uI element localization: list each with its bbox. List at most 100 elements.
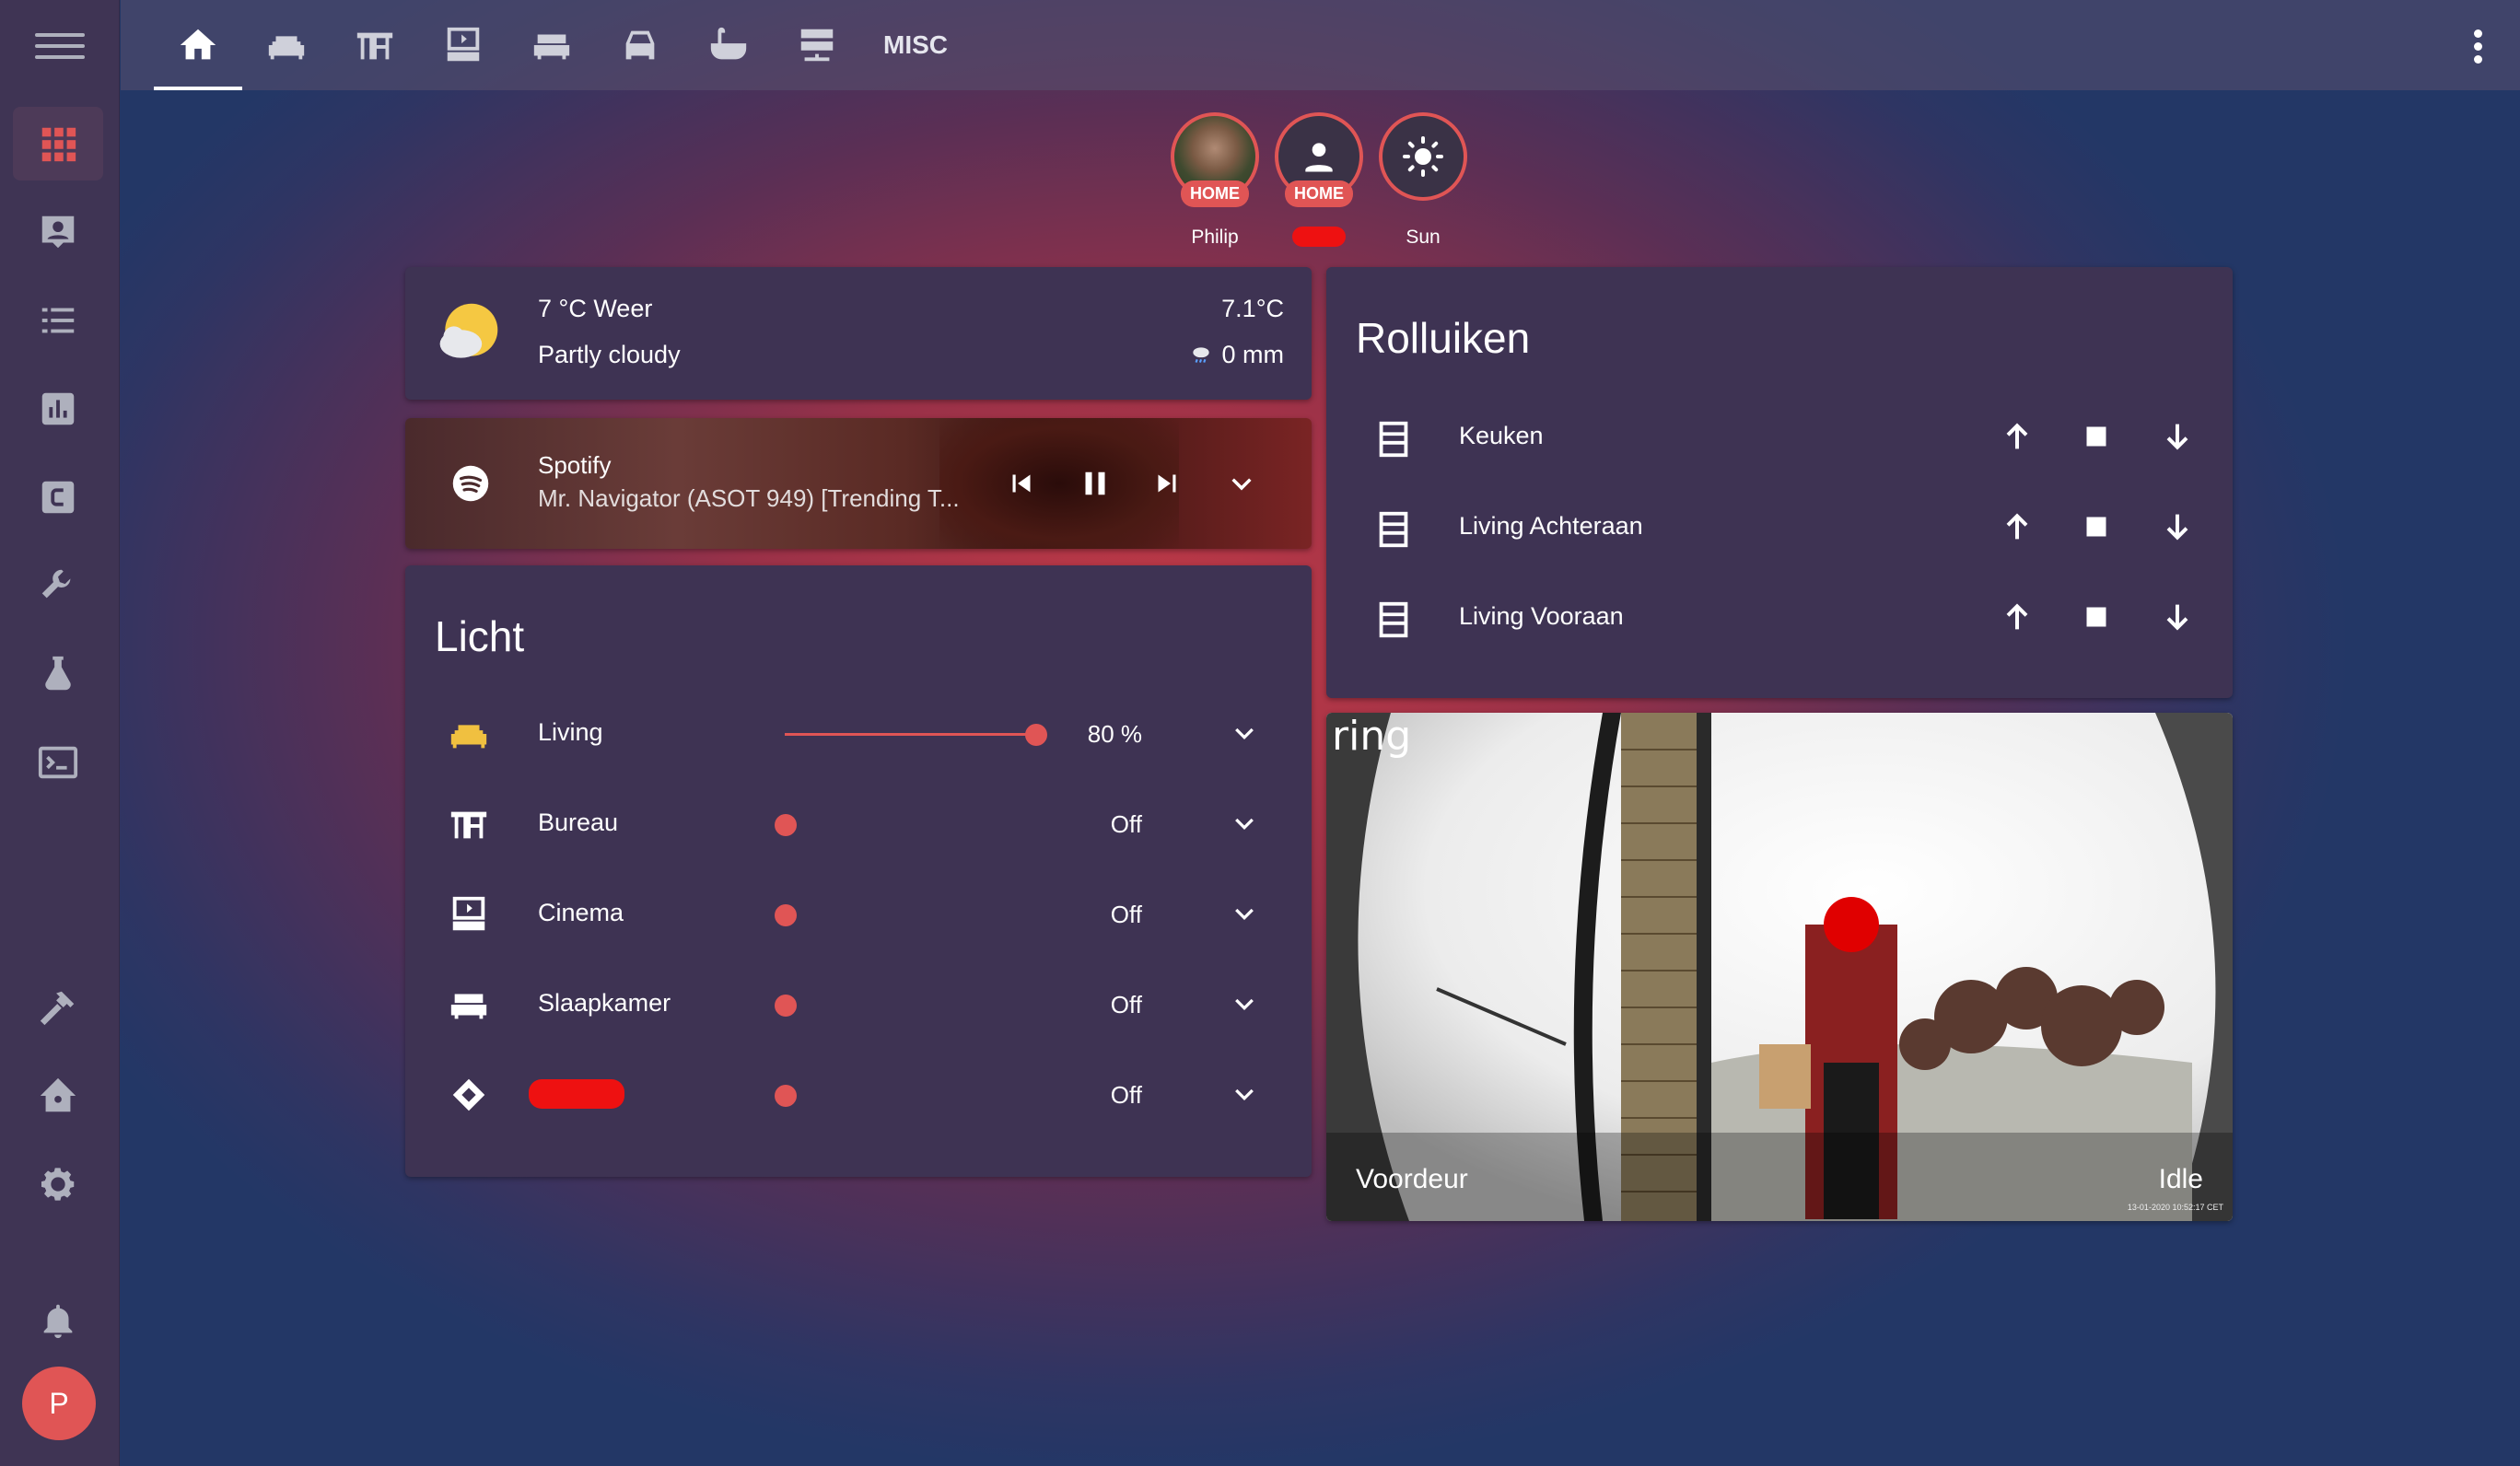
pause-icon[interactable]: [1076, 464, 1114, 503]
arrow-down-icon[interactable]: [2159, 599, 2196, 635]
window-shutter-icon: [1379, 421, 1408, 458]
tab-living[interactable]: [242, 0, 331, 90]
redaction-mark: [1292, 227, 1346, 247]
menu-icon[interactable]: [35, 33, 85, 59]
arrow-up-icon[interactable]: [1999, 599, 2036, 635]
next-track-icon[interactable]: [1149, 466, 1184, 501]
light-state: Off: [1110, 1081, 1142, 1109]
toggle-dot[interactable]: [775, 904, 797, 926]
toggle-dot[interactable]: [775, 814, 797, 836]
cinema-icon: [452, 896, 485, 931]
album-art-background: [939, 418, 1179, 549]
bed-icon: [450, 994, 487, 1019]
tab-car[interactable]: [596, 0, 684, 90]
light-state: Off: [1110, 901, 1142, 928]
flask-icon[interactable]: [13, 637, 103, 711]
partly-cloudy-icon: [439, 303, 498, 358]
desk-icon: [356, 32, 393, 60]
light-label-cinema[interactable]: Cinema: [538, 899, 624, 927]
badge-name: Philip: [1191, 227, 1239, 248]
chevron-down-icon[interactable]: [1231, 901, 1258, 928]
account-icon: [1305, 143, 1333, 172]
badge-person[interactable]: HOME: [1273, 112, 1365, 252]
window-shutter-icon: [1379, 511, 1408, 548]
account-box-icon[interactable]: [13, 195, 103, 269]
badge-name: [1273, 227, 1365, 252]
stop-icon[interactable]: [2080, 420, 2113, 453]
arrow-down-icon[interactable]: [2159, 418, 2196, 455]
weather-title: 7 °C Weer: [538, 295, 653, 322]
weather-card[interactable]: 7 °C Weer Partly cloudy 7.1°C 0 mm: [405, 267, 1312, 400]
user-avatar[interactable]: P: [22, 1367, 96, 1440]
stop-icon[interactable]: [2080, 510, 2113, 543]
badge-philip[interactable]: HOME Philip: [1169, 112, 1261, 249]
bell-icon[interactable]: [13, 1284, 103, 1357]
tab-misc[interactable]: MISC: [865, 0, 966, 90]
light-label-bureau[interactable]: Bureau: [538, 809, 618, 837]
camera-timestamp: 13-01-2020 10:52:17 CET: [2127, 1203, 2223, 1212]
chevron-down-icon[interactable]: [1227, 470, 1256, 499]
shutters-card: Rolluiken Keuken Living Achteraan Living…: [1326, 267, 2233, 698]
media-player-card[interactable]: Spotify Mr. Navigator (ASOT 949) [Trendi…: [405, 418, 1312, 549]
arrow-up-icon[interactable]: [1999, 508, 2036, 545]
terminal-icon[interactable]: [13, 726, 103, 799]
tab-slaapkamer[interactable]: [508, 0, 596, 90]
list-icon[interactable]: [13, 284, 103, 357]
media-source: Spotify: [538, 451, 612, 479]
arrow-down-icon[interactable]: [2159, 508, 2196, 545]
brightness-slider-handle[interactable]: [1025, 724, 1047, 746]
toggle-dot[interactable]: [775, 995, 797, 1017]
sofa-icon: [450, 725, 487, 749]
light-state: Off: [1110, 810, 1142, 838]
camera-feed: [1326, 713, 2233, 1221]
stop-icon[interactable]: [2080, 600, 2113, 634]
tab-bathroom[interactable]: [684, 0, 773, 90]
camera-card[interactable]: ring Voordeur Idle 13-01-2020 10:52:17 C…: [1326, 713, 2233, 1221]
chevron-down-icon[interactable]: [1231, 991, 1258, 1018]
top-bar: MISC: [121, 0, 2520, 90]
chart-icon[interactable]: [13, 372, 103, 446]
apps-icon[interactable]: [13, 107, 103, 180]
sun-icon: [1403, 136, 1443, 177]
toggle-dot[interactable]: [775, 1085, 797, 1107]
sun-circle: [1379, 112, 1467, 201]
bed-icon: [533, 34, 570, 60]
hacs-icon[interactable]: [13, 460, 103, 534]
previous-track-icon[interactable]: [1004, 466, 1039, 501]
car-icon: [625, 30, 655, 60]
brightness-slider-track[interactable]: [785, 733, 1037, 736]
weather-condition: Partly cloudy: [538, 341, 681, 368]
card-title: Licht: [435, 612, 525, 660]
badge-sun[interactable]: Sun: [1377, 112, 1469, 249]
precipitation-value: 0 mm: [1221, 341, 1285, 368]
cog-icon[interactable]: [13, 1147, 103, 1221]
home-icon: [180, 29, 216, 60]
tab-server[interactable]: [773, 0, 861, 90]
chevron-down-icon[interactable]: [1231, 1081, 1258, 1109]
media-track: Mr. Navigator (ASOT 949) [Trending T...: [538, 484, 960, 512]
light-label-living[interactable]: Living: [538, 718, 603, 747]
shutter-label[interactable]: Living Vooraan: [1459, 602, 1624, 631]
light-state: 80 %: [1087, 720, 1142, 748]
tab-cinema[interactable]: [419, 0, 508, 90]
weather-temperature: 7.1°C: [1221, 295, 1284, 322]
home-assistant-icon[interactable]: [13, 1059, 103, 1133]
ring-logo: ring: [1332, 713, 1412, 760]
status-badge: HOME: [1285, 180, 1353, 207]
hammer-icon[interactable]: [13, 971, 103, 1044]
window-shutter-icon: [1379, 601, 1408, 638]
wrench-icon[interactable]: [13, 549, 103, 622]
chevron-down-icon[interactable]: [1231, 720, 1258, 748]
server-icon: [800, 29, 834, 62]
cinema-icon: [447, 27, 480, 62]
shutter-label[interactable]: Keuken: [1459, 422, 1544, 450]
chevron-down-icon[interactable]: [1231, 810, 1258, 838]
more-options-icon[interactable]: [2474, 29, 2483, 64]
rainy-icon: [1192, 346, 1209, 363]
tab-home[interactable]: [154, 0, 242, 90]
tab-bureau[interactable]: [331, 0, 419, 90]
bathtub-icon: [710, 27, 747, 60]
shutter-label[interactable]: Living Achteraan: [1459, 512, 1643, 541]
light-label-slaapkamer[interactable]: Slaapkamer: [538, 989, 671, 1018]
arrow-up-icon[interactable]: [1999, 418, 2036, 455]
